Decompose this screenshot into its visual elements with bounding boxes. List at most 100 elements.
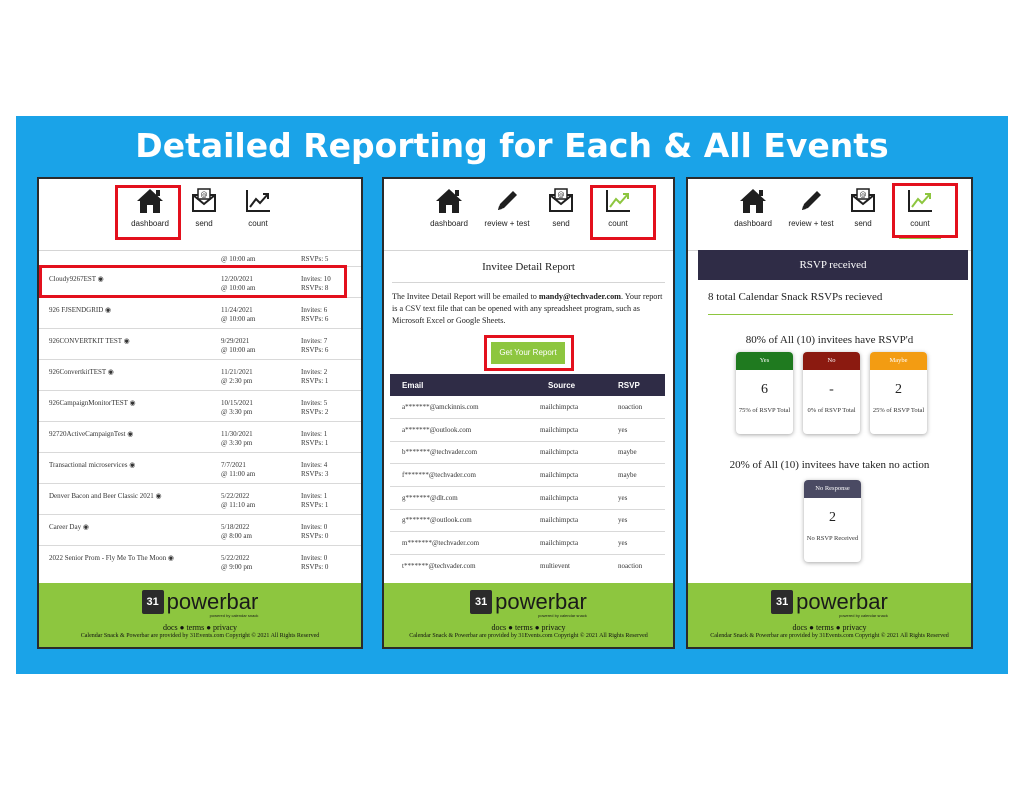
cell-source: mailchimpcta (540, 471, 579, 479)
footer-links[interactable]: docs ● terms ● privacy (384, 623, 673, 632)
event-invites: Invites: 5 (301, 399, 328, 407)
footer-links[interactable]: docs ● terms ● privacy (39, 623, 361, 632)
report-email: mandy@techvader.com (538, 292, 622, 301)
logo-subtext: powered by calendar snack (839, 613, 888, 618)
event-name[interactable]: Transactional microservices ◉ (49, 461, 135, 469)
event-time: @ 3:30 pm (221, 408, 253, 416)
nav-dashboard-label: dashboard (430, 219, 468, 228)
cell-rsvp: yes (618, 539, 628, 547)
event-row[interactable]: 92720ActiveCampaignTest ◉ 11/30/2021 @ 3… (39, 422, 361, 453)
table-row: g*******@dlt.com mailchimpcta yes (390, 487, 665, 510)
event-name[interactable]: 926CONVERTKIT TEST ◉ (49, 337, 130, 345)
calendar-icon: 31 (141, 590, 164, 614)
event-rsvps: RSVPs: 5 (301, 255, 329, 263)
card-maybe-value: 2 (895, 382, 902, 397)
footer-links[interactable]: docs ● terms ● privacy (688, 623, 971, 632)
card-no-value: - (829, 382, 834, 397)
event-name[interactable]: Career Day ◉ (49, 523, 89, 531)
svg-text:@: @ (860, 191, 867, 199)
report-description: The Invitee Detail Report will be emaile… (392, 291, 667, 327)
card-no-response-pct: No RSVP Received (806, 535, 859, 542)
highlight-box (892, 183, 958, 238)
divider (392, 282, 665, 283)
logo-text: powerbar (495, 589, 587, 614)
event-name[interactable]: Denver Bacon and Beer Classic 2021 ◉ (49, 492, 162, 500)
nav-count[interactable]: count (233, 187, 283, 239)
card-maybe: Maybe 2 25% of RSVP Total (870, 352, 927, 434)
event-invites: Invites: 1 (301, 430, 328, 438)
event-name[interactable]: 926ConvertkitTEST ◉ (49, 368, 114, 376)
logo-subtext: powered by calendar snack (209, 613, 259, 618)
event-name[interactable]: 926CampaignMonitorTEST ◉ (49, 399, 136, 407)
event-date: 7/7/2021 (221, 461, 246, 469)
event-row[interactable]: 926CampaignMonitorTEST ◉ 10/15/2021 @ 3:… (39, 391, 361, 422)
slide-title: Detailed Reporting for Each & All Events (135, 126, 889, 165)
footer: 31 powerbar powered by calendar snack doc… (384, 583, 673, 647)
event-time: @ 10:00 am (221, 346, 256, 354)
report-desc-prefix: The Invitee Detail Report will be emaile… (392, 292, 539, 301)
card-yes: Yes 6 75% of RSVP Total (736, 352, 793, 434)
home-icon (424, 187, 474, 217)
cell-rsvp: maybe (618, 471, 637, 479)
event-row[interactable]: Denver Bacon and Beer Classic 2021 ◉ 5/2… (39, 484, 361, 515)
logo-text: powerbar (166, 589, 259, 614)
cell-source: mailchimpcta (540, 539, 579, 547)
card-maybe-label: Maybe (870, 352, 927, 370)
powerbar-logo: 31 powerbar powered by calendar snack (39, 589, 361, 619)
event-rsvps: RSVPs: 1 (301, 439, 329, 447)
event-row[interactable]: 2022 Senior Prom - Fly Me To The Moon ◉ … (39, 546, 361, 577)
highlight-box (484, 335, 574, 371)
event-invites: Invites: 0 (301, 554, 328, 562)
nav-send[interactable]: @ send (838, 187, 888, 239)
event-invites: Invites: 6 (301, 306, 328, 314)
rsvp-panel: dashboard review + test @ send count RSV… (686, 177, 973, 649)
table-row: a*******@amckinnis.com mailchimpcta noac… (390, 396, 665, 419)
logo-text: powerbar (796, 589, 888, 614)
card-yes-value: 6 (761, 382, 768, 397)
event-rsvps: RSVPs: 1 (301, 377, 329, 385)
nav-send[interactable]: @ send (536, 187, 586, 239)
nav-send-label: send (195, 219, 213, 228)
cell-email: g*******@outlook.com (402, 516, 472, 524)
event-invites: Invites: 0 (301, 523, 328, 531)
table-header: Email Source RSVP (390, 374, 665, 396)
nav-dashboard[interactable]: dashboard (424, 187, 474, 239)
rsvp-header: RSVP received (698, 250, 968, 280)
event-date: 11/24/2021 (221, 306, 253, 314)
cell-email: a*******@outlook.com (402, 426, 472, 434)
event-name[interactable]: 926 FJSENDGRID ◉ (49, 306, 111, 314)
highlight-box (590, 185, 656, 240)
cell-email: g*******@dlt.com (402, 494, 458, 502)
event-rsvps: RSVPs: 0 (301, 563, 329, 571)
cell-rsvp: yes (618, 516, 628, 524)
nav-review-test[interactable]: review + test (784, 187, 838, 239)
event-date: 5/22/2022 (221, 492, 250, 500)
event-row[interactable]: 926 FJSENDGRID ◉ 11/24/2021 @ 10:00 am I… (39, 298, 361, 329)
event-time: @ 3:30 pm (221, 439, 253, 447)
col-header-source: Source (548, 381, 576, 390)
event-date: 9/29/2021 (221, 337, 250, 345)
cell-rsvp: yes (618, 426, 628, 434)
event-name[interactable]: 2022 Senior Prom - Fly Me To The Moon ◉ (49, 554, 174, 562)
footer-copyright: Calendar Snack & Powerbar are provided b… (710, 633, 949, 639)
nav-dashboard[interactable]: dashboard (728, 187, 778, 239)
top-nav: dashboard @ send count (39, 179, 361, 251)
event-name[interactable]: 92720ActiveCampaignTest ◉ (49, 430, 133, 438)
card-yes-label: Yes (736, 352, 793, 370)
event-row[interactable]: 926ConvertkitTEST ◉ 11/21/2021 @ 2:30 pm… (39, 360, 361, 391)
nav-send[interactable]: @ send (179, 187, 229, 239)
col-header-email: Email (402, 381, 424, 390)
envelope-icon: @ (179, 187, 229, 217)
card-no-response-value: 2 (829, 510, 836, 525)
event-time: @ 10:00 am (221, 255, 256, 263)
cell-rsvp: yes (618, 494, 628, 502)
pencil-icon (480, 187, 534, 217)
event-row[interactable]: Transactional microservices ◉ 7/7/2021 @… (39, 453, 361, 484)
table-row: m*******@techvader.com mailchimpcta yes (390, 532, 665, 555)
nav-review-test[interactable]: review + test (480, 187, 534, 239)
event-row[interactable]: 926CONVERTKIT TEST ◉ 9/29/2021 @ 10:00 a… (39, 329, 361, 360)
calendar-icon: 31 (470, 590, 493, 614)
card-yes-pct: 75% of RSVP Total (738, 407, 791, 414)
event-row[interactable]: Career Day ◉ 5/18/2022 @ 8:00 am Invites… (39, 515, 361, 546)
col-header-rsvp: RSVP (618, 381, 640, 390)
